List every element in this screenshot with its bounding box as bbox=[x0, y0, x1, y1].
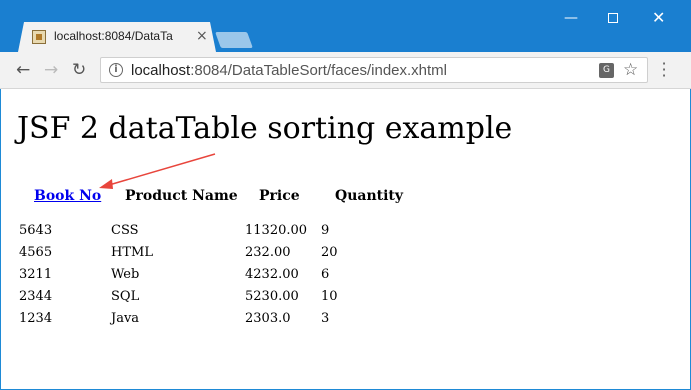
browser-toolbar: ← → ↻ i localhost:8084/DataTableSort/fac… bbox=[0, 52, 691, 89]
page-content: JSF 2 dataTable sorting example Book No … bbox=[1, 89, 690, 389]
cell-book-no: 3211 bbox=[19, 267, 53, 282]
cell-price: 5230.00 bbox=[245, 289, 299, 304]
cell-price: 2303.0 bbox=[245, 311, 291, 326]
cell-book-no: 2344 bbox=[19, 289, 53, 304]
cell-quantity: 6 bbox=[321, 267, 330, 282]
cell-product-name: Web bbox=[111, 267, 140, 282]
cell-quantity: 3 bbox=[321, 311, 330, 326]
translate-icon[interactable]: G bbox=[599, 63, 614, 78]
table-row: 3211 Web 4232.00 6 bbox=[1, 267, 401, 289]
cell-product-name: Java bbox=[111, 311, 140, 326]
address-bar[interactable]: i localhost:8084/DataTableSort/faces/ind… bbox=[100, 57, 648, 83]
cell-quantity: 20 bbox=[321, 245, 338, 260]
table-row: 4565 HTML 232.00 20 bbox=[1, 245, 401, 267]
cell-price: 232.00 bbox=[245, 245, 291, 260]
tab-title: localhost:8084/DataTa bbox=[54, 29, 173, 43]
tab-close-button[interactable]: × bbox=[196, 28, 208, 44]
kebab-menu-icon[interactable]: · · · bbox=[660, 56, 668, 84]
reload-icon[interactable]: ↻ bbox=[72, 60, 86, 80]
cell-price: 11320.00 bbox=[245, 223, 308, 238]
info-icon[interactable]: i bbox=[109, 63, 123, 77]
title-bar: localhost:8084/DataTa × — ✕ bbox=[0, 0, 691, 52]
cell-price: 4232.00 bbox=[245, 267, 299, 282]
close-window-button[interactable]: ✕ bbox=[652, 8, 665, 27]
maximize-button[interactable] bbox=[608, 13, 618, 23]
url-text[interactable]: localhost:8084/DataTableSort/faces/index… bbox=[131, 62, 447, 79]
table-row: 1234 Java 2303.0 3 bbox=[1, 311, 401, 333]
browser-tab[interactable]: localhost:8084/DataTa × bbox=[18, 22, 216, 52]
new-tab-button[interactable] bbox=[215, 32, 253, 48]
column-header-quantity: Quantity bbox=[335, 188, 404, 204]
column-header-price: Price bbox=[259, 188, 300, 204]
star-icon[interactable]: ☆ bbox=[623, 60, 638, 80]
cell-quantity: 9 bbox=[321, 223, 330, 238]
arrow-right-icon[interactable]: → bbox=[44, 60, 58, 80]
cell-book-no: 4565 bbox=[19, 245, 53, 260]
cell-product-name: CSS bbox=[111, 223, 139, 238]
cell-product-name: HTML bbox=[111, 245, 153, 260]
cell-product-name: SQL bbox=[111, 289, 140, 304]
table-row: 5643 CSS 11320.00 9 bbox=[1, 223, 401, 245]
browser-window: localhost:8084/DataTa × — ✕ ← → ↻ i loca… bbox=[0, 0, 691, 390]
table-row: 2344 SQL 5230.00 10 bbox=[1, 289, 401, 311]
arrow-left-icon[interactable]: ← bbox=[16, 60, 30, 80]
minimize-button[interactable]: — bbox=[564, 10, 578, 26]
cell-quantity: 10 bbox=[321, 289, 338, 304]
sort-book-no-link[interactable]: Book No bbox=[34, 188, 101, 204]
column-header-product-name: Product Name bbox=[125, 188, 238, 204]
favicon-icon bbox=[32, 30, 46, 44]
cell-book-no: 5643 bbox=[19, 223, 53, 238]
cell-book-no: 1234 bbox=[19, 311, 53, 326]
page-title: JSF 2 dataTable sorting example bbox=[17, 111, 513, 146]
